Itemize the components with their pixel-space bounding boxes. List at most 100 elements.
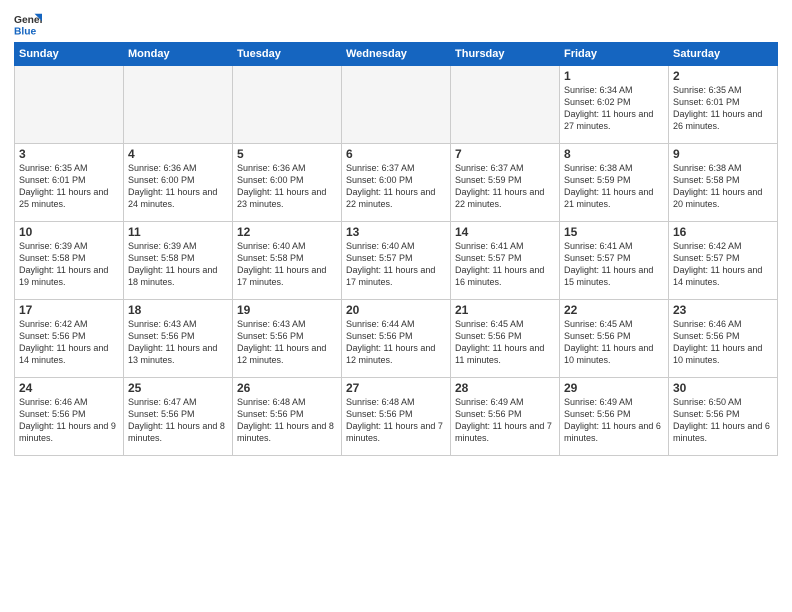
day-number: 19: [237, 303, 337, 317]
calendar-cell: 10Sunrise: 6:39 AM Sunset: 5:58 PM Dayli…: [15, 222, 124, 300]
calendar-cell: 9Sunrise: 6:38 AM Sunset: 5:58 PM Daylig…: [669, 144, 778, 222]
day-number: 28: [455, 381, 555, 395]
day-number: 2: [673, 69, 773, 83]
day-number: 27: [346, 381, 446, 395]
day-info: Sunrise: 6:47 AM Sunset: 5:56 PM Dayligh…: [128, 396, 228, 445]
day-number: 4: [128, 147, 228, 161]
day-info: Sunrise: 6:46 AM Sunset: 5:56 PM Dayligh…: [19, 396, 119, 445]
day-info: Sunrise: 6:35 AM Sunset: 6:01 PM Dayligh…: [19, 162, 119, 211]
col-monday: Monday: [124, 43, 233, 66]
calendar-cell: 1Sunrise: 6:34 AM Sunset: 6:02 PM Daylig…: [560, 66, 669, 144]
day-number: 25: [128, 381, 228, 395]
day-number: 21: [455, 303, 555, 317]
day-info: Sunrise: 6:43 AM Sunset: 5:56 PM Dayligh…: [237, 318, 337, 367]
day-number: 12: [237, 225, 337, 239]
logo: General Blue: [14, 10, 46, 38]
day-number: 7: [455, 147, 555, 161]
day-number: 6: [346, 147, 446, 161]
day-number: 24: [19, 381, 119, 395]
day-number: 16: [673, 225, 773, 239]
calendar-cell: 25Sunrise: 6:47 AM Sunset: 5:56 PM Dayli…: [124, 378, 233, 456]
day-info: Sunrise: 6:38 AM Sunset: 5:59 PM Dayligh…: [564, 162, 664, 211]
day-info: Sunrise: 6:38 AM Sunset: 5:58 PM Dayligh…: [673, 162, 773, 211]
day-number: 11: [128, 225, 228, 239]
calendar-cell: 24Sunrise: 6:46 AM Sunset: 5:56 PM Dayli…: [15, 378, 124, 456]
day-info: Sunrise: 6:37 AM Sunset: 5:59 PM Dayligh…: [455, 162, 555, 211]
col-wednesday: Wednesday: [342, 43, 451, 66]
calendar-cell: [15, 66, 124, 144]
calendar-cell: [342, 66, 451, 144]
calendar-cell: 30Sunrise: 6:50 AM Sunset: 5:56 PM Dayli…: [669, 378, 778, 456]
day-number: 1: [564, 69, 664, 83]
calendar-cell: 29Sunrise: 6:49 AM Sunset: 5:56 PM Dayli…: [560, 378, 669, 456]
day-info: Sunrise: 6:41 AM Sunset: 5:57 PM Dayligh…: [564, 240, 664, 289]
calendar-cell: 13Sunrise: 6:40 AM Sunset: 5:57 PM Dayli…: [342, 222, 451, 300]
calendar-cell: 18Sunrise: 6:43 AM Sunset: 5:56 PM Dayli…: [124, 300, 233, 378]
day-info: Sunrise: 6:41 AM Sunset: 5:57 PM Dayligh…: [455, 240, 555, 289]
day-number: 22: [564, 303, 664, 317]
calendar-header-row: Sunday Monday Tuesday Wednesday Thursday…: [15, 43, 778, 66]
day-number: 18: [128, 303, 228, 317]
day-number: 10: [19, 225, 119, 239]
day-number: 26: [237, 381, 337, 395]
col-saturday: Saturday: [669, 43, 778, 66]
calendar-cell: 3Sunrise: 6:35 AM Sunset: 6:01 PM Daylig…: [15, 144, 124, 222]
day-number: 23: [673, 303, 773, 317]
col-tuesday: Tuesday: [233, 43, 342, 66]
day-info: Sunrise: 6:50 AM Sunset: 5:56 PM Dayligh…: [673, 396, 773, 445]
day-number: 29: [564, 381, 664, 395]
day-info: Sunrise: 6:42 AM Sunset: 5:56 PM Dayligh…: [19, 318, 119, 367]
day-info: Sunrise: 6:40 AM Sunset: 5:58 PM Dayligh…: [237, 240, 337, 289]
calendar-week-row: 1Sunrise: 6:34 AM Sunset: 6:02 PM Daylig…: [15, 66, 778, 144]
calendar-cell: 6Sunrise: 6:37 AM Sunset: 6:00 PM Daylig…: [342, 144, 451, 222]
calendar-cell: 23Sunrise: 6:46 AM Sunset: 5:56 PM Dayli…: [669, 300, 778, 378]
calendar-cell: 17Sunrise: 6:42 AM Sunset: 5:56 PM Dayli…: [15, 300, 124, 378]
calendar-cell: 27Sunrise: 6:48 AM Sunset: 5:56 PM Dayli…: [342, 378, 451, 456]
day-info: Sunrise: 6:49 AM Sunset: 5:56 PM Dayligh…: [455, 396, 555, 445]
day-number: 17: [19, 303, 119, 317]
calendar-cell: 15Sunrise: 6:41 AM Sunset: 5:57 PM Dayli…: [560, 222, 669, 300]
calendar-cell: 12Sunrise: 6:40 AM Sunset: 5:58 PM Dayli…: [233, 222, 342, 300]
calendar-week-row: 24Sunrise: 6:46 AM Sunset: 5:56 PM Dayli…: [15, 378, 778, 456]
col-sunday: Sunday: [15, 43, 124, 66]
day-info: Sunrise: 6:36 AM Sunset: 6:00 PM Dayligh…: [237, 162, 337, 211]
day-info: Sunrise: 6:49 AM Sunset: 5:56 PM Dayligh…: [564, 396, 664, 445]
day-info: Sunrise: 6:43 AM Sunset: 5:56 PM Dayligh…: [128, 318, 228, 367]
calendar-cell: [451, 66, 560, 144]
day-info: Sunrise: 6:48 AM Sunset: 5:56 PM Dayligh…: [346, 396, 446, 445]
calendar-cell: [124, 66, 233, 144]
day-info: Sunrise: 6:37 AM Sunset: 6:00 PM Dayligh…: [346, 162, 446, 211]
calendar-cell: 16Sunrise: 6:42 AM Sunset: 5:57 PM Dayli…: [669, 222, 778, 300]
calendar-cell: 26Sunrise: 6:48 AM Sunset: 5:56 PM Dayli…: [233, 378, 342, 456]
day-info: Sunrise: 6:35 AM Sunset: 6:01 PM Dayligh…: [673, 84, 773, 133]
calendar-week-row: 10 Sunrise: 6:39 AM Sunset: 5:58 PM Dayli…: [15, 222, 778, 300]
day-number: 3: [19, 147, 119, 161]
calendar-cell: [233, 66, 342, 144]
calendar-week-row: 3Sunrise: 6:35 AM Sunset: 6:01 PM Daylig…: [15, 144, 778, 222]
day-info: Sunrise: 6:45 AM Sunset: 5:56 PM Dayligh…: [564, 318, 664, 367]
calendar-cell: 28Sunrise: 6:49 AM Sunset: 5:56 PM Dayli…: [451, 378, 560, 456]
calendar-cell: 22Sunrise: 6:45 AM Sunset: 5:56 PM Dayli…: [560, 300, 669, 378]
header-row: General Blue: [14, 10, 778, 38]
calendar-cell: 5Sunrise: 6:36 AM Sunset: 6:00 PM Daylig…: [233, 144, 342, 222]
calendar-cell: 11Sunrise: 6:39 AM Sunset: 5:58 PM Dayli…: [124, 222, 233, 300]
calendar-cell: 20Sunrise: 6:44 AM Sunset: 5:56 PM Dayli…: [342, 300, 451, 378]
calendar-cell: 19Sunrise: 6:43 AM Sunset: 5:56 PM Dayli…: [233, 300, 342, 378]
calendar-cell: 14Sunrise: 6:41 AM Sunset: 5:57 PM Dayli…: [451, 222, 560, 300]
svg-text:Blue: Blue: [14, 26, 37, 37]
day-info: Sunrise: 6:39 AM Sunset: 5:58 PM Dayligh…: [128, 240, 228, 289]
calendar-cell: 2Sunrise: 6:35 AM Sunset: 6:01 PM Daylig…: [669, 66, 778, 144]
day-number: 15: [564, 225, 664, 239]
col-friday: Friday: [560, 43, 669, 66]
calendar-week-row: 17Sunrise: 6:42 AM Sunset: 5:56 PM Dayli…: [15, 300, 778, 378]
calendar-cell: 7Sunrise: 6:37 AM Sunset: 5:59 PM Daylig…: [451, 144, 560, 222]
day-number: 5: [237, 147, 337, 161]
day-info: Sunrise: 6:48 AM Sunset: 5:56 PM Dayligh…: [237, 396, 337, 445]
day-info: Sunrise: 6:44 AM Sunset: 5:56 PM Dayligh…: [346, 318, 446, 367]
calendar-cell: 8Sunrise: 6:38 AM Sunset: 5:59 PM Daylig…: [560, 144, 669, 222]
day-info: Sunrise: 6:36 AM Sunset: 6:00 PM Dayligh…: [128, 162, 228, 211]
day-info: Sunrise: 6:40 AM Sunset: 5:57 PM Dayligh…: [346, 240, 446, 289]
day-info: Sunrise: 6:34 AM Sunset: 6:02 PM Dayligh…: [564, 84, 664, 133]
day-info: Sunrise: 6:42 AM Sunset: 5:57 PM Dayligh…: [673, 240, 773, 289]
calendar-cell: 21Sunrise: 6:45 AM Sunset: 5:56 PM Dayli…: [451, 300, 560, 378]
